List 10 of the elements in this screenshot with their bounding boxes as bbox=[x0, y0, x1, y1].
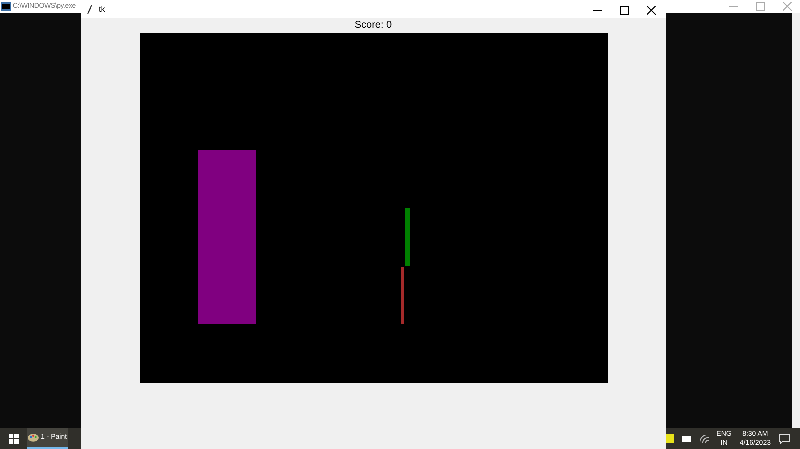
score-label: Score: 0 bbox=[354, 20, 392, 33]
window-title: tk bbox=[99, 4, 106, 14]
notification-icon[interactable] bbox=[779, 434, 790, 444]
close-icon[interactable] bbox=[647, 6, 656, 15]
wifi-icon[interactable] bbox=[700, 434, 709, 442]
maximize-icon[interactable] bbox=[620, 6, 629, 15]
windows-icon[interactable] bbox=[9, 434, 19, 444]
battery-icon[interactable] bbox=[682, 436, 692, 442]
console-icon bbox=[1, 2, 11, 11]
palette-icon bbox=[28, 432, 39, 442]
